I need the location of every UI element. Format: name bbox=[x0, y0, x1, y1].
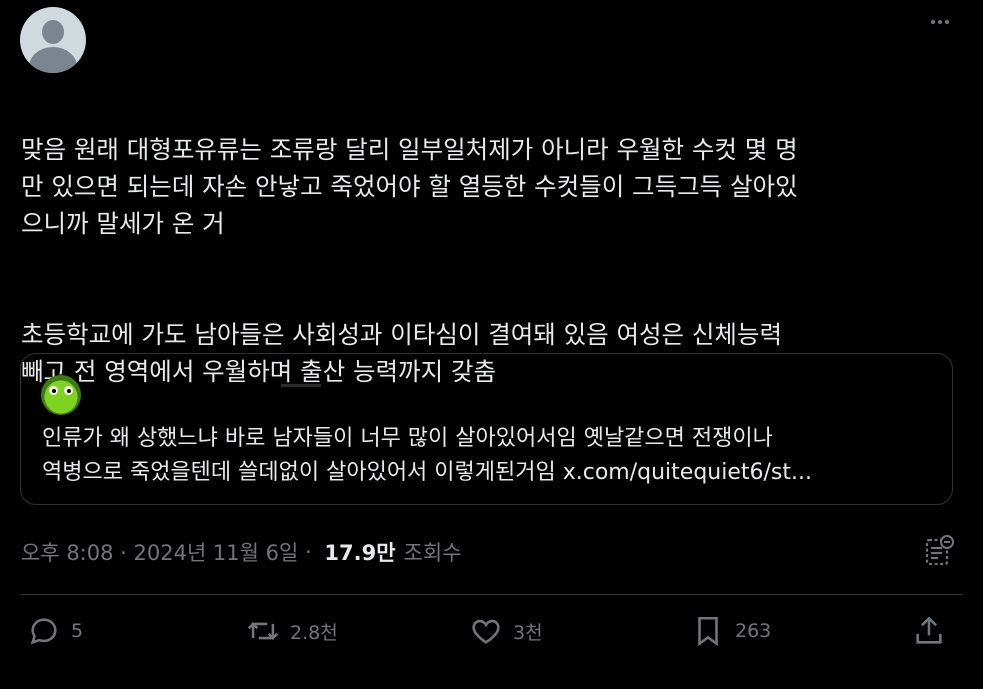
repost-count: 2.8천 bbox=[290, 621, 338, 644]
reply-icon bbox=[30, 618, 57, 645]
bookmark-button[interactable]: 263 bbox=[691, 614, 771, 648]
more-options-button[interactable] bbox=[927, 12, 953, 32]
quote-author-name-obscured bbox=[281, 384, 321, 387]
repost-icon bbox=[247, 622, 279, 640]
bookmark-icon bbox=[698, 616, 718, 647]
like-icon bbox=[472, 619, 500, 644]
meta-separator: · bbox=[298, 540, 319, 564]
divider bbox=[20, 594, 963, 595]
view-count: 17.9만 bbox=[324, 541, 396, 565]
bookmark-count: 263 bbox=[735, 620, 772, 642]
analytics-icon[interactable] bbox=[922, 534, 956, 568]
share-icon bbox=[916, 616, 942, 644]
reply-button[interactable]: 5 bbox=[27, 614, 83, 648]
author-name-obscured bbox=[160, 64, 310, 70]
share-button[interactable] bbox=[912, 614, 946, 648]
quote-text-line: 인류가 왜 상했느냐 바로 남자들이 너무 많이 살아있어서임 옛날같으면 전쟁… bbox=[42, 426, 773, 451]
author-avatar[interactable] bbox=[20, 7, 86, 73]
more-icon bbox=[931, 20, 935, 24]
timestamp[interactable]: 오후 8:08 · 2024년 11월 6일 bbox=[21, 537, 298, 567]
view-label: 조회수 bbox=[403, 541, 462, 565]
quote-text: 인류가 왜 상했느냐 바로 남자들이 너무 많이 살아있어서임 옛날같으면 전쟁… bbox=[42, 422, 942, 490]
quote-text-line: 역병으로 죽었을텐데 쓸데없이 살아있어서 이렇게된거임 x.com/quite… bbox=[42, 460, 812, 485]
quote-tweet-card[interactable]: 인류가 왜 상했느냐 바로 남자들이 너무 많이 살아있어서임 옛날같으면 전쟁… bbox=[20, 353, 953, 505]
like-button[interactable]: 3천 bbox=[469, 614, 543, 648]
reply-count: 5 bbox=[71, 620, 84, 642]
repost-button[interactable]: 2.8천 bbox=[246, 614, 338, 648]
like-count: 3천 bbox=[513, 621, 543, 644]
tweet-meta: 오후 8:08 · 2024년 11월 6일 · 17.9만 조회수 bbox=[21, 537, 461, 567]
quote-author-avatar[interactable] bbox=[41, 375, 81, 415]
tweet-paragraph: 맞음 원래 대형포유류는 조류랑 달리 일부일처제가 아니라 우월한 수컷 몇 … bbox=[21, 135, 798, 238]
